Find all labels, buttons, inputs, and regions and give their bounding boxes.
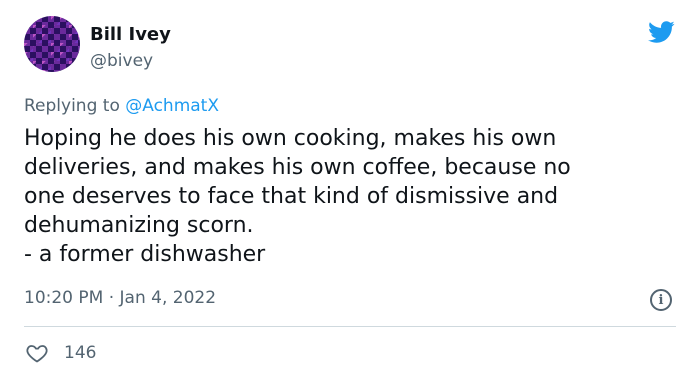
replying-to-label: Replying to [24, 96, 120, 116]
mention-link[interactable]: @AchmatX [125, 96, 219, 116]
meta-separator: · [108, 288, 115, 308]
author-name[interactable]: Bill Ivey [90, 24, 171, 45]
tweet-meta: 10:20 PM · Jan 4, 2022 [24, 288, 216, 308]
tweet-date[interactable]: Jan 4, 2022 [120, 288, 217, 308]
info-icon[interactable]: i [650, 289, 672, 311]
heart-icon[interactable] [24, 341, 50, 365]
author-handle[interactable]: @bivey [90, 51, 153, 71]
replying-to: Replying to @AchmatX [24, 96, 219, 116]
tweet-line: dehumanizing scorn. [24, 213, 254, 238]
tweet-line: one deserves to face that kind of dismis… [24, 184, 559, 209]
avatar[interactable] [24, 16, 80, 72]
divider [24, 326, 676, 327]
tweet-line: deliveries, and makes his own coffee, be… [24, 155, 571, 180]
like-count: 146 [64, 343, 97, 363]
twitter-bird-icon [648, 21, 675, 43]
tweet-line: - a former dishwasher [24, 242, 266, 267]
like-button[interactable]: 146 [24, 340, 96, 366]
tweet-time[interactable]: 10:20 PM [24, 288, 103, 308]
tweet-line: Hoping he does his own cooking, makes hi… [24, 126, 557, 151]
tweet-text: Hoping he does his own cooking, makes hi… [24, 124, 684, 269]
